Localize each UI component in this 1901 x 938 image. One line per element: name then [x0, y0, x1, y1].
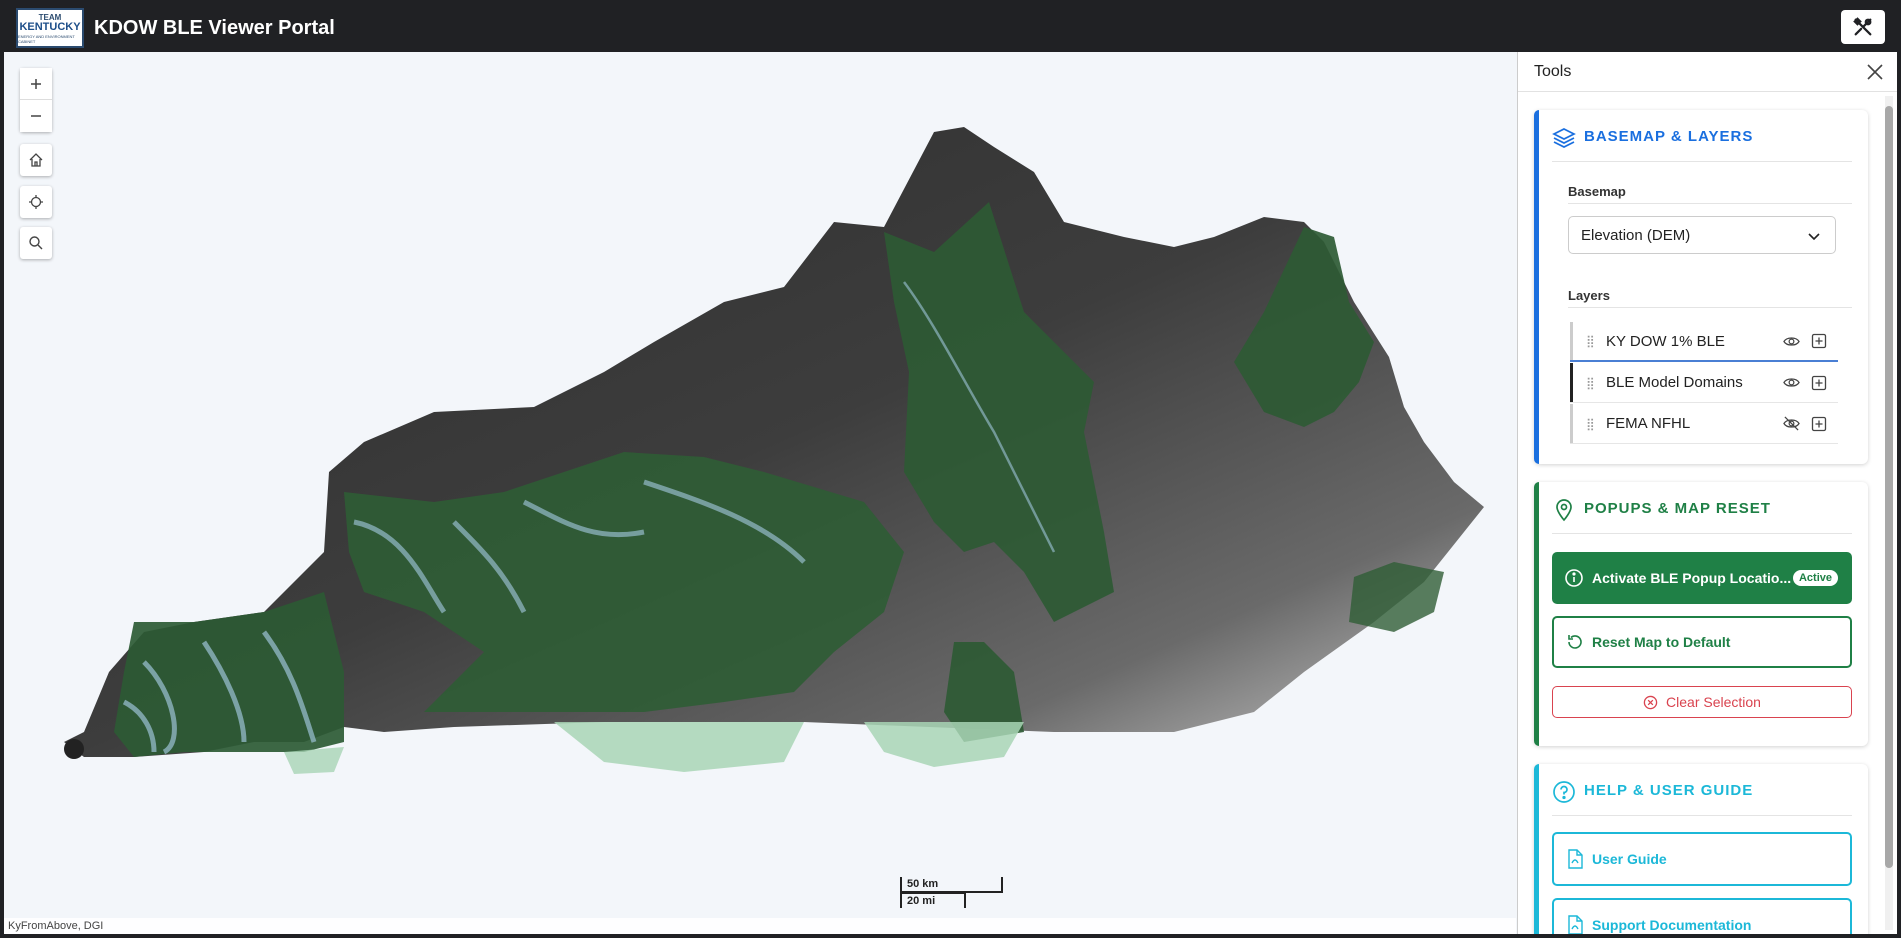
map-view[interactable]: 50 km 20 mi KyFromAbove, DGI	[4, 52, 1516, 934]
plus-icon	[31, 78, 41, 89]
add-layer-button[interactable]	[1810, 374, 1828, 392]
search-button[interactable]	[20, 227, 52, 259]
clear-selection-label: Clear Selection	[1666, 694, 1761, 710]
eye-icon	[1782, 336, 1800, 346]
minus-icon	[31, 115, 41, 117]
popups-reset-title: POPUPS & MAP RESET	[1552, 499, 1852, 534]
search-icon	[29, 236, 43, 250]
elevation-map-layer[interactable]	[4, 52, 1516, 934]
panel-scrollbar[interactable]	[1885, 96, 1893, 930]
card-accent-green	[1534, 482, 1539, 746]
active-badge: Active	[1792, 570, 1838, 586]
card-accent-cyan	[1534, 764, 1539, 934]
app-header: TEAM KENTUCKY ENERGY AND ENVIRONMENT CAB…	[4, 4, 1897, 52]
layers-icon	[1552, 128, 1576, 148]
visibility-toggle-button[interactable]	[1782, 374, 1800, 392]
logo-line-3: ENERGY AND ENVIRONMENT CABINET	[18, 33, 75, 44]
map-attribution: KyFromAbove, DGI	[4, 918, 1516, 934]
visibility-toggle-button[interactable]	[1782, 332, 1800, 350]
add-layer-button[interactable]	[1810, 415, 1828, 433]
tools-panel-title: Tools	[1534, 62, 1572, 80]
layers-label: Layers	[1568, 288, 1852, 308]
visibility-toggle-button[interactable]	[1782, 415, 1800, 433]
tools-icon	[1853, 17, 1872, 36]
zoom-controls	[20, 68, 52, 132]
reset-icon	[1568, 635, 1582, 649]
app-window: TEAM KENTUCKY ENERGY AND ENVIRONMENT CAB…	[0, 0, 1901, 938]
help-guide-title: HELP & USER GUIDE	[1552, 781, 1852, 816]
layer-bar	[1570, 322, 1573, 360]
basemap-select[interactable]: Elevation (DEM)	[1568, 216, 1836, 254]
basemap-select-value: Elevation (DEM)	[1581, 226, 1691, 244]
drag-handle-icon[interactable]: ⣿	[1586, 334, 1596, 348]
layer-bar	[1570, 404, 1573, 443]
plus-square-icon	[1811, 375, 1827, 390]
locate-button[interactable]	[20, 186, 52, 218]
scale-bar: 50 km 20 mi	[900, 877, 1003, 908]
drag-handle-icon[interactable]: ⣿	[1586, 376, 1596, 390]
layer-row-fema-nfhl[interactable]: ⣿ FEMA NFHL	[1570, 404, 1838, 444]
basemap-layers-title: BASEMAP & LAYERS	[1552, 128, 1852, 162]
user-guide-button[interactable]: User Guide	[1552, 832, 1852, 886]
plus-square-icon	[1811, 333, 1827, 349]
chevron-down-icon	[1808, 233, 1820, 241]
layer-name: FEMA NFHL	[1606, 415, 1691, 432]
western-tip	[64, 739, 84, 759]
help-guide-title-text: HELP & USER GUIDE	[1584, 782, 1754, 799]
popups-reset-card: POPUPS & MAP RESET Activate BLE Popup Lo…	[1534, 482, 1868, 746]
scrollbar-thumb[interactable]	[1885, 106, 1893, 868]
support-documentation-button[interactable]: Support Documentation	[1552, 898, 1852, 934]
ble-southern-border-pale	[554, 722, 804, 772]
x-circle-icon	[1643, 695, 1658, 709]
tools-toggle-button[interactable]	[1841, 10, 1885, 44]
activate-ble-popup-button[interactable]: Activate BLE Popup Locatio... Active	[1552, 552, 1852, 604]
map-pin-icon	[1556, 499, 1572, 522]
eye-icon	[1782, 378, 1800, 387]
app-title: KDOW BLE Viewer Portal	[94, 16, 335, 39]
zoom-in-button[interactable]	[20, 68, 52, 100]
drag-handle-icon[interactable]: ⣿	[1586, 417, 1596, 431]
clear-selection-button[interactable]: Clear Selection	[1552, 686, 1852, 718]
tools-panel: Tools BASEMAP & LAYERS Basemap Elevation…	[1517, 52, 1897, 934]
close-icon	[1867, 64, 1883, 80]
card-accent-blue	[1534, 110, 1539, 464]
layer-row-ky-dow-ble[interactable]: ⣿ KY DOW 1% BLE	[1570, 322, 1838, 362]
info-icon	[1565, 569, 1583, 587]
logo-line-2: KENTUCKY	[19, 20, 81, 33]
team-kentucky-logo: TEAM KENTUCKY ENERGY AND ENVIRONMENT CAB…	[16, 8, 84, 48]
plus-square-icon	[1811, 416, 1827, 431]
home-button[interactable]	[20, 144, 52, 176]
layer-name: KY DOW 1% BLE	[1606, 332, 1725, 350]
reset-map-button[interactable]: Reset Map to Default	[1552, 616, 1852, 668]
layer-bar	[1570, 363, 1573, 402]
reset-map-label: Reset Map to Default	[1592, 634, 1731, 650]
basemap-layers-title-text: BASEMAP & LAYERS	[1584, 128, 1754, 145]
locate-icon	[29, 195, 43, 209]
pdf-file-icon	[1568, 915, 1583, 934]
basemap-label: Basemap	[1568, 184, 1852, 204]
layer-row-ble-model-domains[interactable]: ⣿ BLE Model Domains	[1570, 363, 1838, 403]
eye-slash-icon	[1782, 416, 1800, 431]
question-circle-icon	[1553, 781, 1575, 803]
add-layer-button[interactable]	[1810, 332, 1828, 350]
help-guide-card: HELP & USER GUIDE User Guide Support Doc…	[1534, 764, 1868, 934]
home-icon	[29, 153, 43, 167]
scale-km: 50 km	[900, 877, 1003, 893]
pdf-file-icon	[1568, 849, 1583, 869]
ble-southern-border-pale-2	[864, 722, 1024, 767]
basemap-layers-card: BASEMAP & LAYERS Basemap Elevation (DEM)…	[1534, 110, 1868, 464]
scale-mi: 20 mi	[900, 892, 966, 908]
tools-panel-header: Tools	[1518, 52, 1897, 92]
popups-reset-title-text: POPUPS & MAP RESET	[1584, 500, 1771, 517]
activate-ble-popup-label: Activate BLE Popup Locatio...	[1592, 570, 1792, 586]
zoom-out-button[interactable]	[20, 100, 52, 132]
user-guide-label: User Guide	[1592, 851, 1667, 867]
support-documentation-label: Support Documentation	[1592, 917, 1752, 933]
close-tools-button[interactable]	[1865, 62, 1885, 82]
layer-name: BLE Model Domains	[1606, 374, 1743, 391]
